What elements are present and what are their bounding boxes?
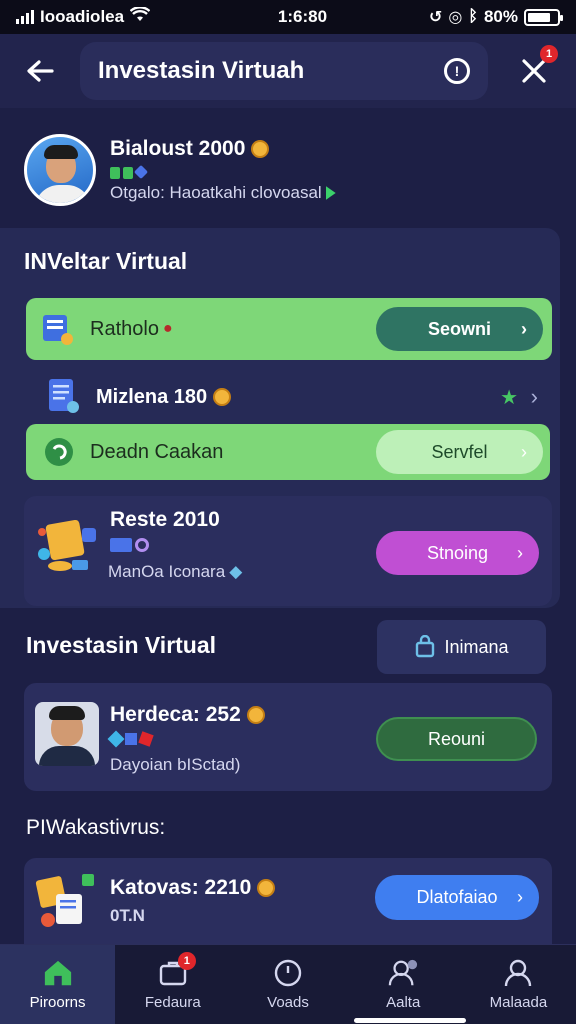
nav-item-home[interactable]: Piroorns	[0, 945, 116, 1024]
card-name: Herdeca: 252	[110, 703, 241, 726]
lock-icon	[416, 635, 435, 658]
reouni-button[interactable]: Reouni	[376, 717, 537, 761]
dlatofaiao-button[interactable]: Dlatofaiao ›	[375, 875, 539, 920]
card-subtitle: ManOa Iconara	[108, 562, 226, 581]
wifi-icon	[129, 6, 151, 27]
notification-badge: 1	[540, 45, 558, 63]
page-title: Investasin Virtuah	[98, 57, 305, 84]
stnoing-button[interactable]: Stnoing ›	[376, 531, 539, 575]
investment-icon	[34, 512, 104, 587]
status-bar: Iooadiolea 1:6:80 ↺ ◎ ᛒ 80%	[0, 0, 576, 34]
card-tag-icons	[110, 538, 149, 552]
section-title: PIWakastivrus:	[26, 816, 166, 839]
chevron-right-icon: ›	[530, 384, 538, 409]
carrier-label: Iooadiolea	[40, 7, 125, 26]
badge-icons	[110, 164, 336, 180]
servfel-button[interactable]: Servfel ›	[376, 430, 543, 474]
arrow-left-icon	[27, 60, 54, 82]
profile-subtitle: Otgalo: Haoatkahi clovoasal	[110, 183, 322, 202]
clock: 1:6:80	[277, 7, 328, 26]
nav-label: Aalta	[386, 994, 421, 1011]
nav-item-voads[interactable]: Voads	[230, 945, 345, 1024]
close-button[interactable]: 1	[512, 45, 558, 93]
battery-icon	[524, 8, 563, 26]
row-label: Mizlena 180	[96, 385, 208, 408]
close-icon	[522, 59, 546, 83]
strawberry-icon: ●	[162, 320, 173, 337]
coin-icon	[213, 388, 232, 406]
row-label: Deadn Caakan	[90, 440, 224, 463]
location-icon: ◎	[448, 9, 463, 26]
info-icon[interactable]: !	[444, 58, 470, 84]
document-icon	[44, 378, 82, 416]
star-icon: ★	[500, 386, 518, 409]
home-icon	[43, 958, 73, 988]
card-name: Katovas: 2210	[110, 876, 252, 899]
back-button[interactable]	[16, 47, 64, 95]
bluetooth-icon: ᛒ	[468, 8, 478, 25]
card-tag-icons	[107, 730, 154, 748]
row-label: Ratholo	[90, 317, 159, 340]
nav-item-fedaura[interactable]: 1 Fedaura	[115, 945, 230, 1024]
alarm-icon: ↺	[428, 9, 443, 26]
coin-icon	[251, 140, 270, 158]
seowni-button[interactable]: Seowni ›	[376, 307, 543, 351]
card-name: Reste 2010	[110, 508, 220, 531]
notification-badge: 1	[177, 952, 196, 970]
coin-icon	[246, 706, 265, 724]
bottom-nav: Piroorns 1 Fedaura Voads Aalta Malaada	[0, 944, 576, 1024]
battery-label: 80%	[483, 7, 518, 26]
coin-icon	[257, 879, 276, 897]
card-subtitle: 0T.N	[110, 906, 145, 925]
briefcase-icon: 1	[158, 952, 196, 988]
nav-item-aalta[interactable]: Aalta	[346, 945, 461, 1024]
nav-label: Voads	[267, 994, 309, 1011]
investment-icon	[34, 870, 100, 941]
avatar	[24, 134, 96, 206]
nav-label: Malaada	[489, 994, 548, 1011]
user-profile[interactable]: Bialoust 2000 Otgalo: Haoatkahi clovoasa…	[24, 130, 554, 210]
avatar	[35, 702, 99, 766]
inimana-button[interactable]: Inimana	[377, 620, 546, 674]
clipboard-icon	[38, 310, 76, 348]
clock-icon	[273, 958, 303, 988]
chat-icon	[40, 433, 78, 471]
nav-label: Piroorns	[29, 994, 86, 1011]
gem-icon	[325, 186, 336, 200]
card-subtitle: Dayoian bISctad)	[110, 755, 241, 774]
profile-icon	[503, 958, 533, 988]
section-title: INVeltar Virtual	[24, 248, 188, 274]
home-indicator	[354, 1018, 466, 1023]
diamond-icon: ◆	[229, 562, 243, 581]
list-item-mizlena[interactable]: Mizlena 180 ★ ›	[26, 370, 552, 424]
app-header: Investasin Virtuah ! 1	[0, 34, 576, 108]
profile-name: Bialoust 2000	[110, 137, 246, 160]
user-icon	[388, 958, 418, 988]
nav-label: Fedaura	[144, 994, 201, 1011]
nav-item-malaada[interactable]: Malaada	[461, 945, 576, 1024]
section-title: Investasin Virtual	[26, 632, 217, 658]
signal-icon	[16, 10, 34, 24]
title-bar: Investasin Virtuah !	[80, 42, 488, 100]
